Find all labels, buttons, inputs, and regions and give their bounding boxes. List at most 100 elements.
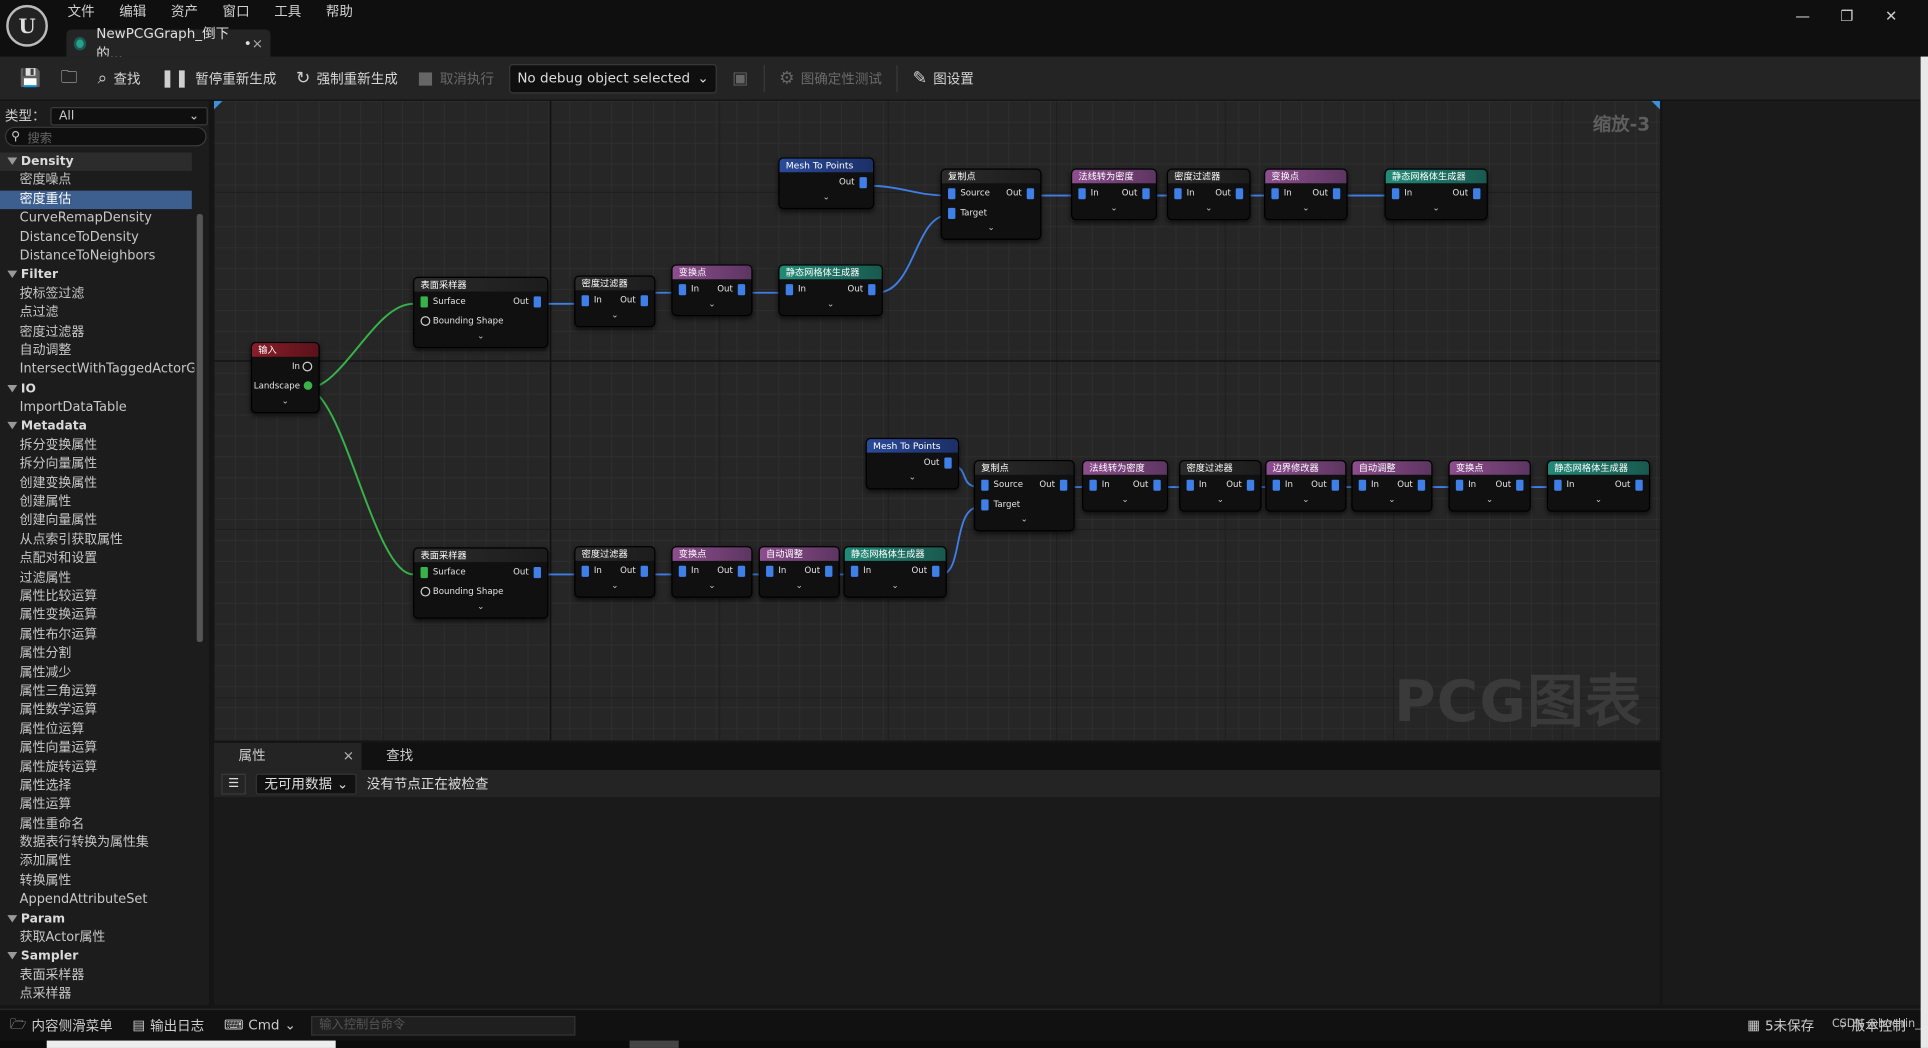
palette-item[interactable]: 点配对和设置 xyxy=(0,550,194,569)
chevron-down-icon[interactable]: ⌄ xyxy=(575,310,654,321)
pin-icon[interactable] xyxy=(1331,479,1340,491)
pin-icon[interactable] xyxy=(737,284,746,296)
chevron-down-icon[interactable]: ⌄ xyxy=(1353,494,1432,505)
chevron-down-icon[interactable]: ⌄ xyxy=(942,223,1040,234)
pin-icon[interactable] xyxy=(533,296,542,308)
chevron-down-icon[interactable]: ⌄ xyxy=(1450,494,1530,505)
expand-triangle-icon[interactable] xyxy=(7,952,18,960)
pin-green-icon[interactable] xyxy=(420,296,428,308)
copy-points-node[interactable]: 复制点 Source Out Target ⌄ xyxy=(973,460,1075,532)
close-icon[interactable]: × xyxy=(343,743,354,770)
pin-icon[interactable] xyxy=(1142,188,1150,200)
debug-object-select[interactable]: No debug object selected ⌄ xyxy=(508,63,718,93)
normal-to-density-node[interactable]: 法线转为密度 In Out ⌄ xyxy=(1082,460,1169,512)
node-pin[interactable]: Target xyxy=(942,203,1040,223)
output-log-button[interactable]: ▤ 输出日志 xyxy=(123,1015,214,1035)
pin-icon[interactable] xyxy=(1186,479,1194,491)
palette-item[interactable]: 从点索引获取属性 xyxy=(0,531,194,550)
node-pin[interactable]: In Out xyxy=(1072,183,1156,203)
surface-sampler-node[interactable]: 表面采样器 Surface Out Bounding Shape ⌄ xyxy=(413,547,549,619)
palette-item[interactable]: 属性三角运算 xyxy=(0,683,194,702)
node-pin[interactable]: In Out xyxy=(1386,183,1487,203)
console-input[interactable]: 输入控制台命令 xyxy=(310,1015,575,1036)
node-pin[interactable]: In Out xyxy=(760,561,839,581)
density-filter-node[interactable]: 密度过滤器 In Out ⌄ xyxy=(574,275,656,328)
static-mesh-spawner-node[interactable]: 静态网格体生成器 In Out ⌄ xyxy=(778,264,883,317)
density-filter-node[interactable]: 密度过滤器 In Out ⌄ xyxy=(574,546,656,598)
node-pin[interactable]: Out xyxy=(867,453,958,473)
palette-item[interactable]: 表面采样器 xyxy=(0,967,194,986)
pin-ring-icon[interactable] xyxy=(420,586,431,597)
palette-item[interactable]: 密度过滤器 xyxy=(0,323,194,342)
menu-edit[interactable]: 编辑 xyxy=(107,2,159,22)
palette-category[interactable]: Metadata xyxy=(0,418,197,437)
palette-item[interactable]: 点过滤 xyxy=(0,304,194,323)
node-pin[interactable]: Source Out xyxy=(975,475,1073,495)
pin-icon[interactable] xyxy=(944,457,952,469)
pin-icon[interactable] xyxy=(737,565,746,577)
chevron-down-icon[interactable]: ⌄ xyxy=(1168,203,1249,214)
unreal-logo[interactable]: U xyxy=(6,4,48,47)
force-regen-button[interactable]: ↻ 强制重新生成 xyxy=(286,61,407,95)
pin-icon[interactable] xyxy=(1554,479,1562,491)
chevron-down-icon[interactable]: ⌄ xyxy=(845,581,946,592)
static-mesh-spawner-node[interactable]: 静态网格体生成器 In Out ⌄ xyxy=(843,546,947,598)
palette-item[interactable]: DistanceToDensity xyxy=(0,228,194,247)
palette-item[interactable]: 获取Actor属性 xyxy=(0,929,194,948)
tab-properties[interactable]: 属性 × xyxy=(213,742,362,770)
palette-category[interactable]: Param xyxy=(0,910,197,929)
pin-icon[interactable] xyxy=(825,565,833,577)
pin-icon[interactable] xyxy=(640,295,648,307)
chevron-down-icon[interactable]: ⌄ xyxy=(1265,203,1346,214)
palette-category[interactable]: Density xyxy=(0,152,192,172)
palette-search[interactable]: ⚲ 搜索 xyxy=(4,126,207,147)
chevron-down-icon[interactable]: ⌄ xyxy=(1266,494,1345,505)
close-window-icon[interactable]: ✕ xyxy=(1869,5,1913,27)
chevron-down-icon[interactable]: ⌄ xyxy=(1083,494,1167,505)
pin-icon[interactable] xyxy=(868,284,876,296)
node-pin[interactable]: In Out xyxy=(1083,475,1167,495)
node-pin[interactable]: In xyxy=(252,357,318,377)
chevron-down-icon[interactable]: ⌄ xyxy=(1548,494,1649,505)
chevron-down-icon[interactable]: ⌄ xyxy=(575,581,654,592)
chevron-down-icon[interactable]: ⌄ xyxy=(1180,494,1260,505)
chevron-down-icon[interactable]: ⌄ xyxy=(414,331,547,342)
restore-icon[interactable]: ❐ xyxy=(1825,5,1869,27)
pin-icon[interactable] xyxy=(766,565,774,577)
tab-find[interactable]: 查找 xyxy=(362,743,510,770)
auto-adjust-node[interactable]: 自动调整 In Out ⌄ xyxy=(758,546,840,598)
palette-item[interactable]: 添加属性 xyxy=(0,853,194,872)
node-pin[interactable]: In Out xyxy=(845,561,946,581)
palette-item[interactable]: IntersectWithTaggedActorGeo xyxy=(0,361,195,380)
palette-item[interactable]: 按标签过滤 xyxy=(0,285,194,304)
document-tab[interactable]: NewPCGGraph_倒下的... • × xyxy=(66,26,271,62)
auto-adjust-node[interactable]: 自动调整 In Out ⌄ xyxy=(1351,460,1433,512)
expand-triangle-icon[interactable] xyxy=(7,914,18,923)
browse-button[interactable]: 🗀 xyxy=(51,61,88,95)
pin-icon[interactable] xyxy=(1078,188,1086,200)
cmd-select[interactable]: ⌨ Cmd ⌄ xyxy=(214,1017,306,1033)
pin-icon[interactable] xyxy=(1059,479,1068,491)
copy-points-node[interactable]: 复制点 Source Out Target ⌄ xyxy=(940,168,1042,240)
palette-item[interactable]: 属性重命名 xyxy=(0,815,194,834)
close-tab-icon[interactable]: × xyxy=(252,35,263,51)
pin-icon[interactable] xyxy=(1153,479,1161,491)
pin-icon[interactable] xyxy=(533,567,542,579)
palette-category[interactable]: Sampler xyxy=(0,948,197,967)
surface-sampler-node[interactable]: 表面采样器 Surface Out Bounding Shape ⌄ xyxy=(413,276,549,349)
node-pin[interactable]: In Out xyxy=(673,279,752,299)
pin-icon[interactable] xyxy=(1358,479,1367,491)
pin-icon[interactable] xyxy=(1635,479,1643,491)
mesh-to-points-node[interactable]: Mesh To Points Out ⌄ xyxy=(865,437,960,490)
static-mesh-spawner-node[interactable]: 静态网格体生成器 In Out ⌄ xyxy=(1384,168,1488,221)
transform-points-node[interactable]: 变换点 In Out ⌄ xyxy=(671,264,753,317)
palette-item[interactable]: 密度重估 xyxy=(0,190,192,210)
node-pin[interactable]: In Out xyxy=(673,561,752,581)
chevron-down-icon[interactable]: ⌄ xyxy=(975,514,1073,525)
palette-item[interactable]: 属性减少 xyxy=(0,664,194,683)
palette-item[interactable]: 属性向量运算 xyxy=(0,739,194,758)
palette-item[interactable]: 自动调整 xyxy=(0,342,194,361)
pin-icon[interactable] xyxy=(1235,188,1244,200)
palette-item[interactable]: 创建属性 xyxy=(0,493,194,512)
palette-item[interactable]: 创建变换属性 xyxy=(0,474,194,493)
